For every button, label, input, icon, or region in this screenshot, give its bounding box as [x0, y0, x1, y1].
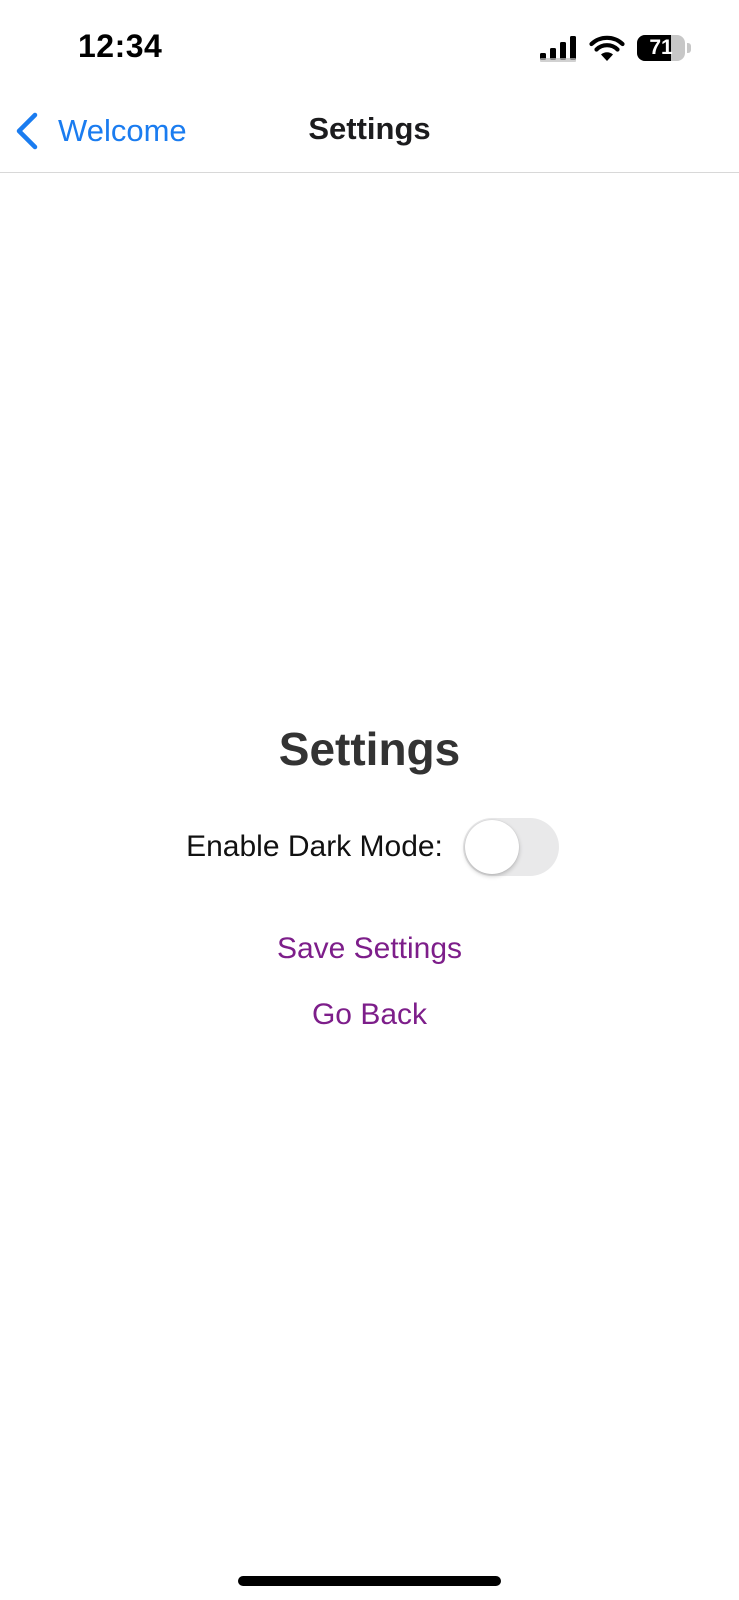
- save-settings-button[interactable]: Save Settings: [0, 932, 739, 966]
- dark-mode-label: Enable Dark Mode:: [186, 830, 443, 863]
- page-title: Settings: [278, 723, 461, 775]
- chevron-left-icon: [16, 112, 38, 150]
- dark-mode-toggle[interactable]: [462, 818, 559, 876]
- back-button[interactable]: Welcome: [14, 110, 187, 152]
- go-back-button[interactable]: Go Back: [0, 998, 739, 1032]
- back-label: Welcome: [58, 113, 187, 148]
- navigation-bar: Welcome Settings: [0, 90, 739, 173]
- dark-mode-row: Enable Dark Mode:: [0, 817, 739, 877]
- toggle-knob: [464, 820, 519, 874]
- status-time: 12:34: [78, 28, 163, 64]
- battery-level: 71: [649, 36, 673, 59]
- signal-icon: [540, 36, 576, 62]
- battery-icon: 71: [637, 35, 691, 63]
- wifi-icon: [589, 35, 625, 61]
- home-indicator[interactable]: [238, 1576, 501, 1586]
- status-bar: 12:34 71: [0, 0, 739, 90]
